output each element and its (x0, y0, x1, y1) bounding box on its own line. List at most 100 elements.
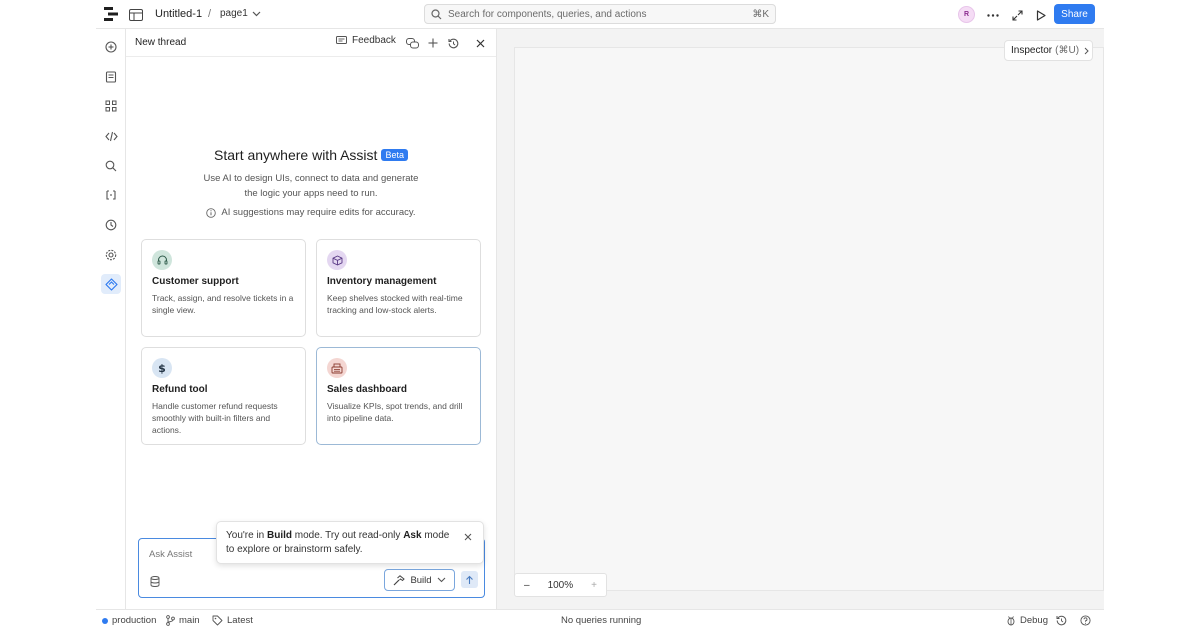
card-description: Handle customer refund requests smoothly… (152, 401, 278, 435)
expand-icon[interactable] (1008, 6, 1026, 24)
thread-title: New thread (135, 37, 187, 48)
search-icon (431, 8, 442, 20)
info-icon (206, 207, 217, 218)
new-thread-plus-icon[interactable] (426, 36, 440, 50)
top-bar: Untitled-1 / page1 Search for components… (96, 0, 1104, 29)
assist-panel: New thread Feedback Start anywhere with … (126, 29, 497, 609)
left-rail (96, 29, 126, 609)
assist-header: New thread Feedback (126, 29, 496, 57)
card-description: Visualize KPIs, spot trends, and drill i… (327, 401, 463, 423)
tooltip-text-pre: You're in (226, 530, 268, 541)
release-label: Latest (227, 615, 253, 626)
dollar-icon: $ (152, 358, 172, 378)
zoom-in-button[interactable]: + (591, 580, 597, 591)
hero-subtitle: Use AI to design UIs, connect to data an… (203, 173, 419, 199)
retool-logo-icon[interactable] (104, 7, 118, 21)
hero-title-text: Start anywhere with Assist (214, 147, 378, 163)
search-placeholder: Search for components, queries, and acti… (448, 8, 647, 20)
inspector-label: Inspector (1011, 45, 1053, 56)
app-canvas[interactable] (514, 47, 1104, 591)
app-frame: Untitled-1 / page1 Search for components… (96, 0, 1104, 630)
tag-icon (212, 615, 223, 626)
release-selector[interactable]: Latest (212, 615, 253, 626)
template-card-inventory-management[interactable]: Inventory management Keep shelves stocke… (316, 239, 481, 337)
tooltip-mode-ask: Ask (403, 530, 422, 541)
thread-history-icon[interactable] (446, 36, 460, 50)
help-icon[interactable] (1080, 615, 1091, 626)
pages-icon[interactable] (101, 67, 121, 87)
headset-icon (152, 250, 172, 270)
share-button[interactable]: Share (1054, 4, 1095, 24)
git-branch-icon (166, 615, 175, 626)
branch-label: main (179, 615, 200, 626)
zoom-out-button[interactable]: – (524, 580, 530, 591)
inspector-shortcut: (⌘U) (1055, 45, 1080, 56)
panel-toggle-icon[interactable] (128, 7, 144, 23)
app-title[interactable]: Untitled-1 (155, 8, 202, 20)
component-tree-icon[interactable] (101, 96, 121, 116)
code-icon[interactable] (101, 126, 121, 146)
breadcrumb-separator: / (208, 8, 212, 20)
card-description: Track, assign, and resolve tickets in a … (152, 293, 294, 315)
chevron-down-icon (437, 577, 446, 583)
settings-gear-icon[interactable] (101, 245, 121, 265)
database-icon[interactable] (148, 574, 162, 588)
card-description: Keep shelves stocked with real-time trac… (327, 293, 463, 315)
chevron-right-icon (1084, 47, 1089, 55)
page-name: page1 (220, 8, 248, 19)
query-status-text: No queries running (561, 615, 642, 626)
register-icon (327, 358, 347, 378)
assist-icon[interactable] (101, 274, 121, 294)
composer-placeholder: Ask Assist (149, 549, 193, 560)
inspector-button[interactable]: Inspector (⌘U) (1004, 40, 1093, 61)
feedback-label: Feedback (352, 35, 396, 46)
history-icon[interactable] (101, 215, 121, 235)
card-title: Refund tool (152, 384, 208, 395)
debug-button[interactable]: Debug (1006, 615, 1048, 626)
environment-label: production (112, 615, 157, 626)
environment-selector[interactable]: production (102, 615, 156, 626)
card-title: Sales dashboard (327, 384, 408, 395)
hero-title: Start anywhere with Assist Beta (126, 147, 496, 163)
hero-note: AI suggestions may require edits for acc… (126, 207, 496, 218)
zoom-level[interactable]: 100% (548, 580, 574, 591)
threads-icon[interactable] (405, 36, 419, 50)
close-icon[interactable] (473, 36, 487, 50)
close-icon[interactable] (463, 532, 473, 542)
search-icon[interactable] (101, 156, 121, 176)
template-card-customer-support[interactable]: Customer support Track, assign, and reso… (141, 239, 306, 337)
package-icon (327, 250, 347, 270)
zoom-control: – 100% + (514, 573, 607, 597)
add-component-icon[interactable] (101, 37, 121, 57)
environment-dot-icon (102, 617, 108, 624)
avatar[interactable]: R (958, 6, 975, 23)
template-card-sales-dashboard[interactable]: Sales dashboard Visualize KPIs, spot tre… (316, 347, 481, 445)
hammer-icon (393, 574, 406, 586)
feedback-button[interactable]: Feedback (336, 35, 396, 46)
beta-badge: Beta (381, 149, 408, 161)
feedback-icon (336, 35, 347, 46)
canvas-area: Inspector (⌘U) – 100% + (497, 29, 1104, 609)
status-bar: production main Latest No queries runnin… (96, 609, 1104, 630)
card-title: Customer support (152, 276, 239, 287)
more-icon[interactable] (984, 6, 1002, 24)
state-icon[interactable] (101, 185, 121, 205)
mode-label: Build (410, 574, 432, 586)
send-button[interactable] (461, 571, 478, 588)
search-shortcut: ⌘K (752, 8, 769, 20)
search-bar[interactable]: Search for components, queries, and acti… (424, 4, 776, 24)
query-status: No queries running (561, 615, 641, 626)
branch-selector[interactable]: main (166, 615, 200, 626)
debug-label: Debug (1020, 615, 1048, 626)
card-title: Inventory management (327, 276, 437, 287)
template-card-refund-tool[interactable]: $ Refund tool Handle customer refund req… (141, 347, 306, 445)
hero-note-text: AI suggestions may require edits for acc… (221, 207, 416, 218)
tooltip-mode-build: Build (267, 530, 293, 541)
tooltip-text-mid: mode. Try out read-only (292, 530, 404, 541)
history-icon[interactable] (1056, 615, 1067, 626)
mode-select-button[interactable]: Build (384, 569, 455, 591)
page-selector[interactable]: page1 (220, 8, 261, 19)
mode-tooltip: You're in Build mode. Try out read-only … (216, 521, 484, 564)
bug-icon (1006, 615, 1016, 626)
preview-play-icon[interactable] (1032, 6, 1050, 24)
